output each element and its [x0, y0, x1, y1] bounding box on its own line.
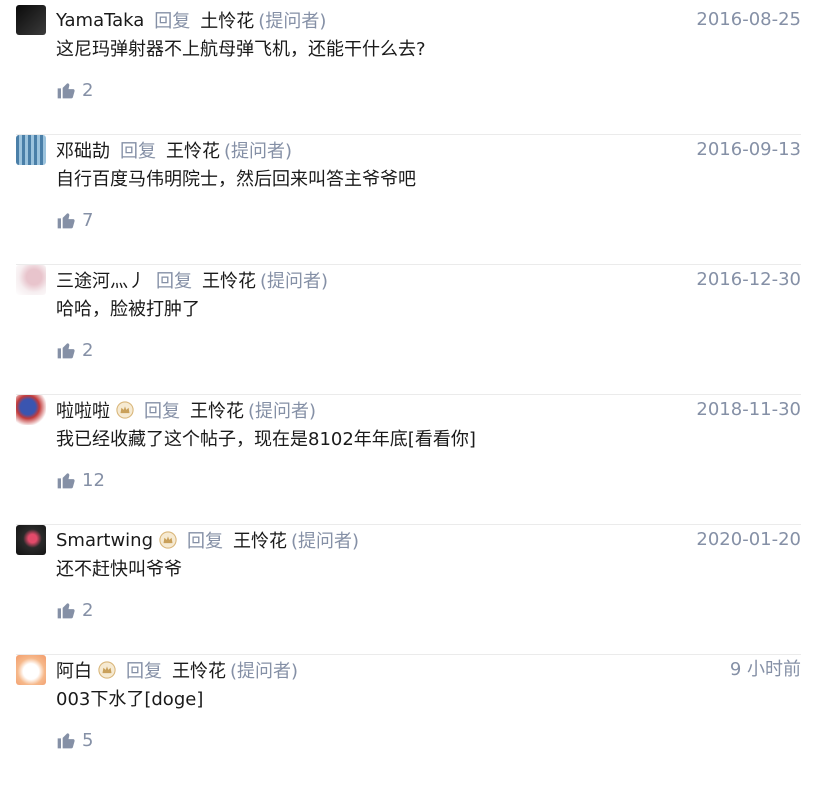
- comment-date: 9 小时前: [729, 659, 801, 680]
- like-button[interactable]: 2: [56, 75, 93, 105]
- asker-tag: (提问者): [248, 401, 317, 422]
- comment-text: 这尼玛弹射器不上航母弹飞机，还能干什么去?: [56, 39, 426, 60]
- avatar[interactable]: [16, 265, 46, 295]
- like-button[interactable]: 5: [56, 725, 93, 755]
- like-button[interactable]: 12: [56, 465, 105, 495]
- reply-label: 回复: [120, 141, 156, 162]
- comment-item: 三途河灬丿 回复 王怜花 (提问者) 2016-12-30 哈哈，脸被打肿了 2: [0, 265, 827, 395]
- comment-item: 阿白 回复 王怜花 (提问者) 9 小时前 003下水了[doge] 5: [0, 655, 827, 785]
- username-link[interactable]: Smartwing: [56, 530, 153, 551]
- asker-tag: (提问者): [291, 531, 360, 552]
- crown-badge-icon[interactable]: [116, 401, 134, 419]
- crown-badge-icon[interactable]: [159, 531, 177, 549]
- reply-target-link[interactable]: 土怜花: [200, 7, 254, 33]
- reply-target-link[interactable]: 王怜花: [202, 267, 256, 293]
- username-link[interactable]: 三途河灬丿: [56, 267, 146, 293]
- avatar[interactable]: [16, 655, 46, 685]
- comment-item: 邓础劼 回复 王怜花 (提问者) 2016-09-13 自行百度马伟明院士，然后…: [0, 135, 827, 265]
- comment-text: 哈哈，脸被打肿了: [56, 299, 200, 320]
- reply-label: 回复: [126, 661, 162, 682]
- comment-date: 2016-08-25: [696, 9, 801, 30]
- comment-item: YamaTaka 回复 土怜花 (提问者) 2016-08-25 这尼玛弹射器不…: [0, 5, 827, 135]
- crown-badge-icon[interactable]: [98, 661, 116, 679]
- reply-label: 回复: [154, 11, 191, 32]
- thumbs-up-icon: [57, 343, 75, 359]
- reply-label: 回复: [144, 401, 180, 422]
- like-button[interactable]: 7: [56, 205, 93, 235]
- comment-header: 三途河灬丿 回复 王怜花 (提问者): [56, 265, 328, 295]
- reply-target-link[interactable]: 王怜花: [172, 657, 226, 683]
- reply-target-link[interactable]: 王怜花: [190, 397, 244, 423]
- like-count: 12: [82, 469, 105, 491]
- username-link[interactable]: YamaTaka: [56, 10, 144, 31]
- avatar[interactable]: [16, 525, 46, 555]
- asker-tag: (提问者): [224, 141, 293, 162]
- comment-date: 2020-01-20: [696, 529, 801, 550]
- thumbs-up-icon: [57, 83, 75, 99]
- thumbs-up-icon: [57, 733, 75, 749]
- reply-label: 回复: [187, 531, 224, 552]
- comment-date: 2018-11-30: [696, 399, 801, 420]
- avatar[interactable]: [16, 5, 46, 35]
- like-count: 2: [82, 79, 94, 101]
- thumbs-up-icon: [57, 603, 75, 619]
- avatar[interactable]: [16, 395, 46, 425]
- username-link[interactable]: 啦啦啦: [56, 397, 110, 423]
- username-link[interactable]: 邓础劼: [56, 137, 110, 163]
- comment-text: 还不赶快叫爷爷: [56, 559, 182, 580]
- thumbs-up-icon: [57, 473, 75, 489]
- comment-header: Smartwing 回复 王怜花 (提问者): [56, 525, 359, 555]
- like-count: 2: [82, 339, 94, 361]
- comment-header: 邓础劼 回复 王怜花 (提问者): [56, 135, 292, 165]
- comment-header: YamaTaka 回复 土怜花 (提问者): [56, 5, 326, 35]
- like-count: 2: [82, 599, 94, 621]
- comment-text: 我已经收藏了这个帖子，现在是8102年年底[看看你]: [56, 429, 476, 450]
- asker-tag: (提问者): [260, 271, 329, 292]
- comment-date: 2016-12-30: [696, 269, 801, 290]
- like-button[interactable]: 2: [56, 335, 93, 365]
- reply-target-link[interactable]: 王怜花: [233, 527, 287, 553]
- username-link[interactable]: 阿白: [56, 657, 92, 683]
- avatar[interactable]: [16, 135, 46, 165]
- comment-text: 自行百度马伟明院士，然后回来叫答主爷爷吧: [56, 169, 416, 190]
- comment-list: YamaTaka 回复 土怜花 (提问者) 2016-08-25 这尼玛弹射器不…: [0, 0, 827, 761]
- like-button[interactable]: 2: [56, 595, 93, 625]
- comment-header: 啦啦啦 回复 王怜花 (提问者): [56, 395, 316, 425]
- like-count: 7: [82, 209, 94, 231]
- comment-item: 啦啦啦 回复 王怜花 (提问者) 2018-11-30 我已经收藏了这个帖子，现…: [0, 395, 827, 525]
- comment-item: Smartwing 回复 王怜花 (提问者) 2020-01-20 还不赶快叫爷…: [0, 525, 827, 655]
- reply-target-link[interactable]: 王怜花: [166, 137, 220, 163]
- comment-text: 003下水了[doge]: [56, 689, 204, 710]
- thumbs-up-icon: [57, 213, 75, 229]
- like-count: 5: [82, 729, 94, 751]
- comment-header: 阿白 回复 王怜花 (提问者): [56, 655, 298, 685]
- comment-date: 2016-09-13: [696, 139, 801, 160]
- reply-label: 回复: [156, 271, 192, 292]
- asker-tag: (提问者): [230, 661, 299, 682]
- asker-tag: (提问者): [258, 11, 327, 32]
